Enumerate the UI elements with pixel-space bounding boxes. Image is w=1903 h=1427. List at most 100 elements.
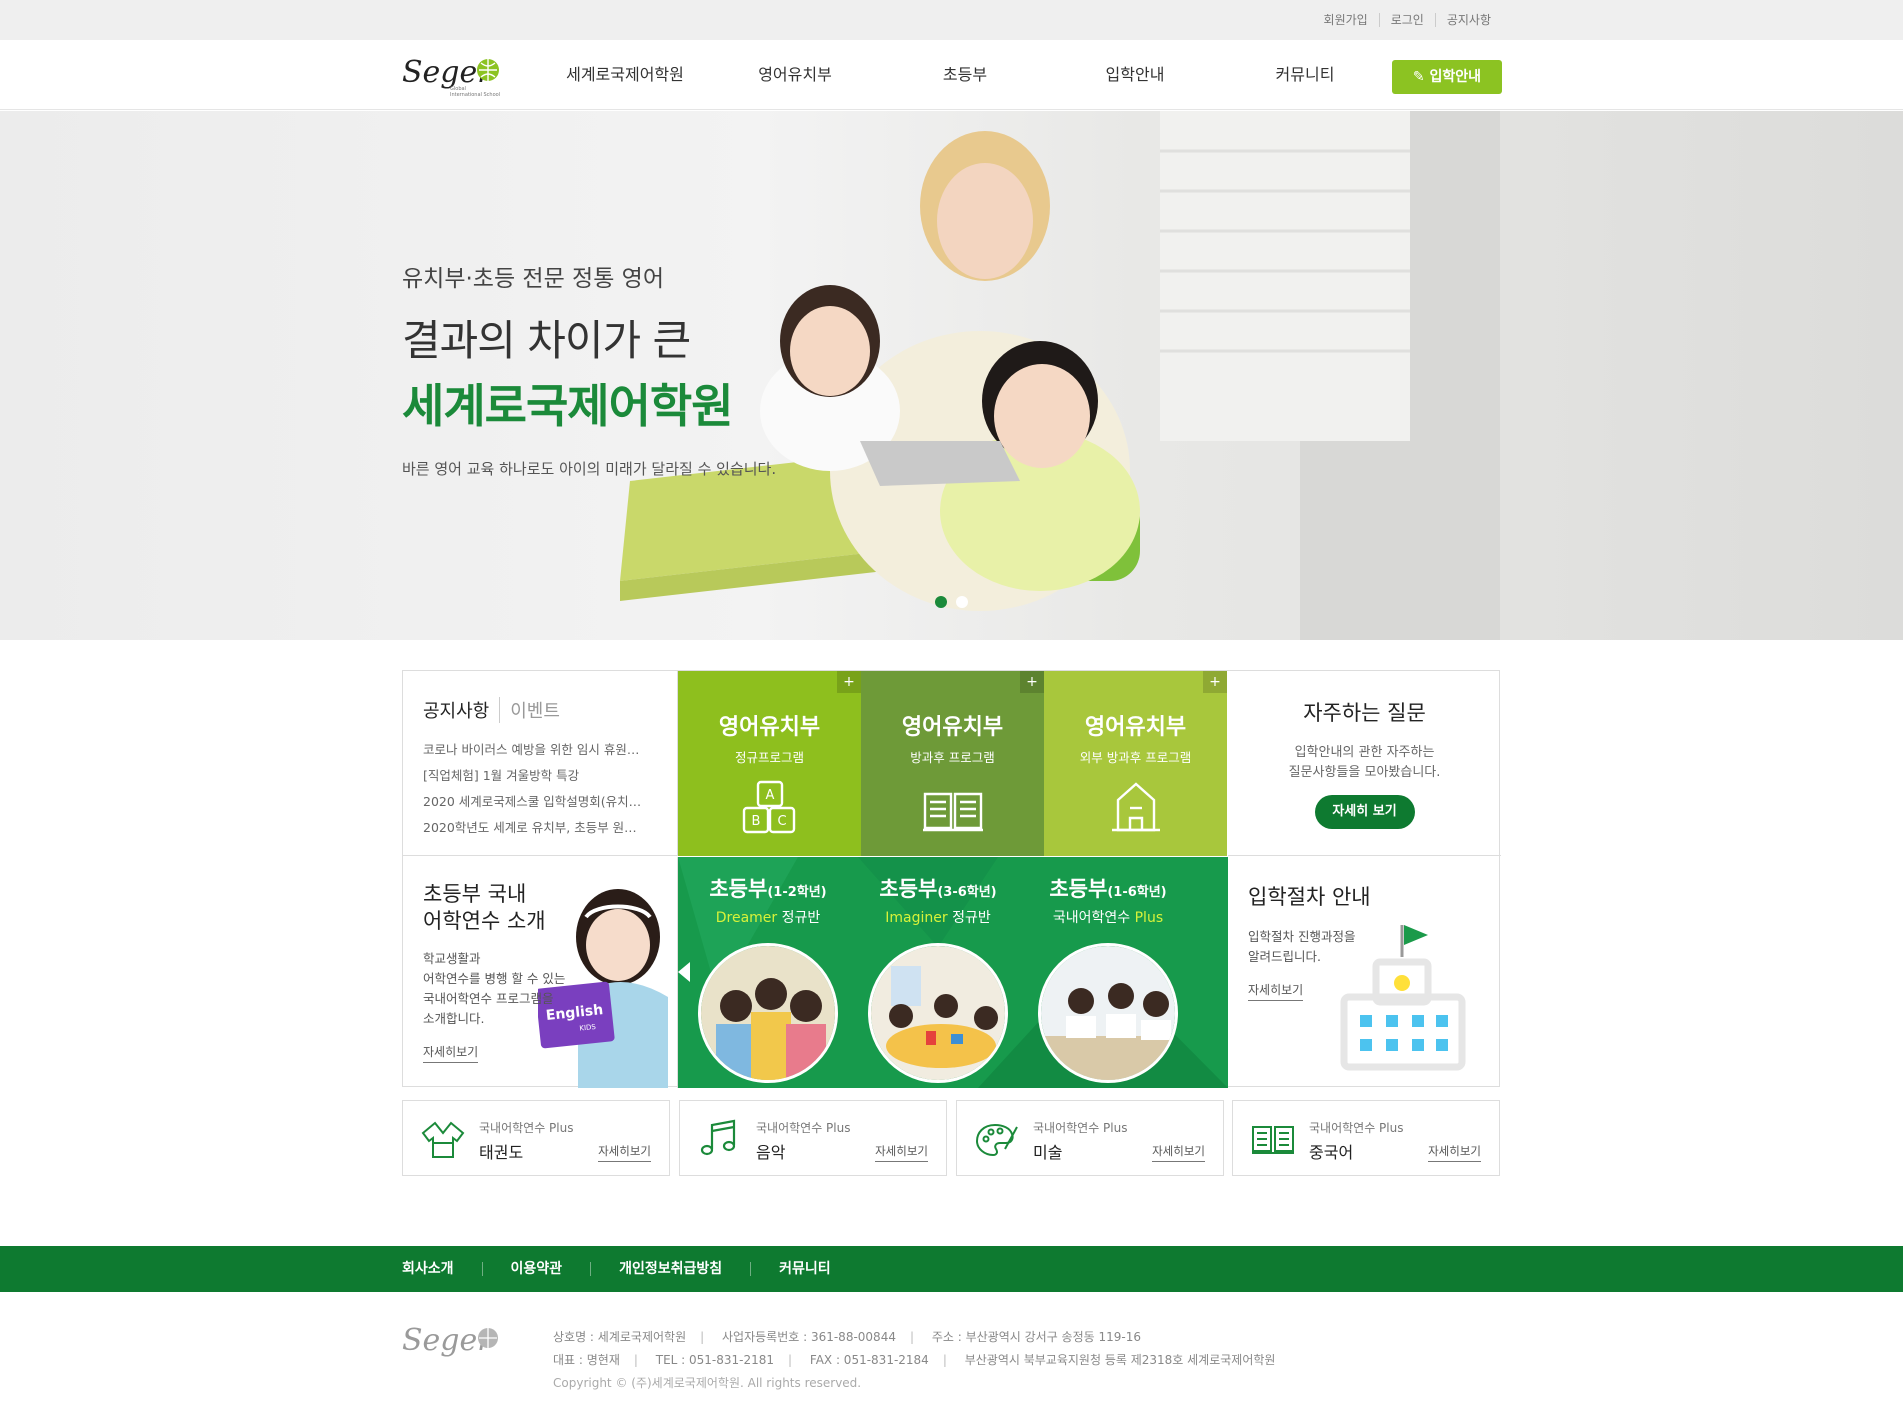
admission-button-label: 입학안내 xyxy=(1429,69,1482,85)
admission-process-panel: 입학절차 안내 입학절차 진행과정을 알려드립니다. 자세히보기 xyxy=(1228,857,1501,1088)
hero-copy: 유치부·초등 전문 정통 영어 결과의 차이가 큰 세계로국제어학원 바른 영어… xyxy=(402,259,776,479)
footer-nav-terms[interactable]: 이용약관 xyxy=(481,1262,591,1276)
nav-admission[interactable]: 입학안내 xyxy=(1050,40,1220,110)
class-title-main: 초등부 xyxy=(1049,877,1108,901)
class-title-main: 초등부 xyxy=(709,877,768,901)
program-title: 영어유치부 xyxy=(901,715,1004,740)
notice-item[interactable]: [직업체험] 1월 겨울방학 특강 xyxy=(423,763,653,789)
slide-dot-1[interactable] xyxy=(935,596,947,608)
class-photo-2 xyxy=(868,943,1008,1083)
program-card-external[interactable]: + 영어유치부 외부 방과후 프로그램 xyxy=(1044,671,1227,856)
footer-nav-community[interactable]: 커뮤니티 xyxy=(750,1262,859,1276)
tab-notice[interactable]: 공지사항 xyxy=(423,697,489,723)
program-subtitle: 외부 방과후 프로그램 xyxy=(1079,750,1192,765)
plus-icon[interactable]: + xyxy=(837,671,861,693)
class-subtitle: Dreamer 정규반 xyxy=(683,907,853,927)
class-dreamer[interactable]: 초등부(1-2학년) Dreamer 정규반 xyxy=(683,873,853,1083)
elementary-title-line: 초등부 국내 xyxy=(423,882,527,906)
elementary-more-link[interactable]: 자세히보기 xyxy=(423,1043,479,1063)
class-suffix: 정규반 xyxy=(947,910,991,926)
elementary-intro-panel: English KIDS 초등부 국내 어학연수 소개 학교생활과 어학연수를 … xyxy=(403,857,678,1088)
notice-item[interactable]: 코로나 바이러스 예방을 위한 임시 휴원… xyxy=(423,737,653,763)
program-card-afterschool[interactable]: + 영어유치부 방과후 프로그램 xyxy=(861,671,1044,856)
open-book-icon xyxy=(922,792,983,832)
nav-kinder[interactable]: 영어유치부 xyxy=(710,40,880,110)
footer-info-row1: 상호명 : 세계로국제어학원 | 사업자등록번호 : 361-88-00844 | … xyxy=(553,1330,1141,1344)
program-subtitle: 정규프로그램 xyxy=(734,750,804,765)
elementary-description: 학교생활과 어학연수를 병행 할 수 있는 국내어학연수 프로그램을 소개합니다… xyxy=(423,949,657,1029)
class-highlight: Imaginer xyxy=(885,910,948,926)
class-grade: (1-6학년) xyxy=(1107,885,1167,900)
hero-subtitle: 유치부·초등 전문 정통 영어 xyxy=(402,266,665,292)
elementary-desc-line: 어학연수를 병행 할 수 있는 xyxy=(423,971,566,986)
class-photo-1 xyxy=(698,943,838,1083)
class-highlight: Plus xyxy=(1134,910,1164,926)
plus-card-art[interactable]: 국내어학연수 Plus 미술 자세히보기 xyxy=(956,1100,1224,1176)
class-plus[interactable]: 초등부(1-6학년) 국내어학연수 Plus xyxy=(1023,873,1193,1083)
admission-button[interactable]: ✎ 입학안내 xyxy=(1392,60,1502,94)
class-imaginer[interactable]: 초등부(3-6학년) Imaginer 정규반 xyxy=(853,873,1023,1083)
plus-card-link[interactable]: 자세히보기 xyxy=(1152,1143,1205,1162)
join-link[interactable]: 회원가입 xyxy=(1313,13,1379,27)
class-photo-3 xyxy=(1038,943,1178,1083)
main-nav: 세계로국제어학원 영어유치부 초등부 입학안내 커뮤니티 xyxy=(540,40,1390,110)
footer-info-row2: 대표 : 명현재 | TEL : 051-831-2181 | FAX : 051-… xyxy=(553,1353,1276,1367)
plus-card-category: 국내어학연수 Plus xyxy=(1033,1121,1128,1135)
nav-elementary[interactable]: 초등부 xyxy=(880,40,1050,110)
plus-icon[interactable]: + xyxy=(1203,671,1227,693)
plus-card-music[interactable]: 국내어학연수 Plus 음악 자세히보기 xyxy=(679,1100,947,1176)
program-title: 영어유치부 xyxy=(718,715,821,740)
footer-nav-company[interactable]: 회사소개 xyxy=(402,1262,482,1276)
faq-panel: 자주하는 질문 입학안내의 관한 자주하는 질문사항들을 모아봤습니다. 자세히… xyxy=(1228,671,1501,856)
class-title: 초등부(3-6학년) xyxy=(853,873,1023,903)
process-more-link[interactable]: 자세히보기 xyxy=(1248,981,1304,1001)
footer-logo: Seger xyxy=(402,1323,498,1358)
footer-info: 상호명 : 세계로국제어학원 | 사업자등록번호 : 361-88-00844 | … xyxy=(553,1326,1289,1395)
slide-dot-2[interactable] xyxy=(956,596,968,608)
pencil-icon: ✎ xyxy=(1412,69,1430,85)
taekwondo-uniform-icon xyxy=(421,1121,465,1158)
representative: 대표 : 명현재 xyxy=(553,1353,620,1367)
notice-item[interactable]: 2020학년도 세계로 유치부, 초등부 원… xyxy=(423,815,653,841)
tab-event[interactable]: 이벤트 xyxy=(499,697,560,723)
music-note-icon xyxy=(700,1119,736,1156)
company-name: 상호명 : 세계로국제어학원 xyxy=(553,1330,687,1344)
nav-academy[interactable]: 세계로국제어학원 xyxy=(540,40,710,110)
nav-community[interactable]: 커뮤니티 xyxy=(1220,40,1390,110)
notice-link[interactable]: 공지사항 xyxy=(1434,13,1502,27)
footer-nav-privacy[interactable]: 개인정보취급방침 xyxy=(590,1262,750,1276)
program-card-regular[interactable]: + 영어유치부 정규프로그램 AB C xyxy=(678,671,861,856)
faq-detail-button[interactable]: 자세히 보기 xyxy=(1314,795,1415,829)
utility-links: 회원가입 로그인 공지사항 xyxy=(1313,13,1502,27)
elementary-title: 초등부 국내 어학연수 소개 xyxy=(423,881,657,935)
plus-card-title: 태권도 xyxy=(479,1143,524,1162)
phone: TEL : 051-831-2181 xyxy=(655,1353,775,1367)
plus-card-link[interactable]: 자세히보기 xyxy=(875,1143,928,1162)
class-title: 초등부(1-2학년) xyxy=(683,873,853,903)
fax: FAX : 051-831-2184 xyxy=(809,1353,929,1367)
class-title: 초등부(1-6학년) xyxy=(1023,873,1193,903)
address: 주소 : 부산광역시 강서구 송정동 119-16 xyxy=(931,1330,1141,1344)
plus-card-category: 국내어학연수 Plus xyxy=(756,1121,851,1135)
faq-desc-line: 질문사항들을 모아봤습니다. xyxy=(1288,765,1441,780)
notice-item[interactable]: 2020 세계로국제스쿨 입학설명회(유치… xyxy=(423,789,653,815)
class-grade: (3-6학년) xyxy=(937,885,997,900)
elementary-title-line: 어학연수 소개 xyxy=(423,909,546,933)
hero-headline: 결과의 차이가 큰 xyxy=(402,316,691,365)
plus-card-link[interactable]: 자세히보기 xyxy=(598,1143,651,1162)
seger-logo[interactable]: Seger Global International School xyxy=(402,50,502,102)
plus-card-title: 중국어 xyxy=(1309,1143,1354,1162)
plus-card-chinese[interactable]: 국내어학연수 Plus 중국어 자세히보기 xyxy=(1232,1100,1500,1176)
login-link[interactable]: 로그인 xyxy=(1378,13,1435,27)
elementary-desc-line: 국내어학연수 프로그램을 xyxy=(423,991,554,1006)
registration: 부산광역시 북부교육지원청 등록 제2318호 세계로국제어학원 xyxy=(964,1353,1276,1367)
plus-card-taekwondo[interactable]: 국내어학연수 Plus 태권도 자세히보기 xyxy=(402,1100,670,1176)
school-flag-icon xyxy=(1340,925,1466,1071)
class-subtitle: 국내어학연수 Plus xyxy=(1023,907,1193,927)
plus-card-link[interactable]: 자세히보기 xyxy=(1428,1143,1481,1162)
faq-title: 자주하는 질문 xyxy=(1303,701,1426,725)
svg-text:B: B xyxy=(751,814,760,829)
plus-icon[interactable]: + xyxy=(1020,671,1044,693)
faq-description: 입학안내의 관한 자주하는 질문사항들을 모아봤습니다. xyxy=(1228,743,1501,783)
school-building-icon xyxy=(1111,782,1160,832)
